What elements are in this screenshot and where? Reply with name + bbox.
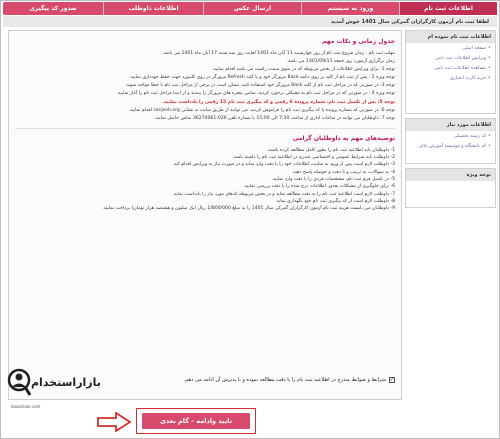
logo-domain: bazarkaar.com [11,404,41,409]
divider [15,127,395,129]
sidebar-box-registered: اطلاعات ثبت نام نموده ام • صفحه اصلی • ویر… [405,30,496,114]
watermark-logo: بازاراستخدام bazarkaar.com [5,360,101,412]
sidebar-item-view-info[interactable]: • مشاهده اطلاعات ثبت نامی [406,63,495,73]
recommendation-item: 8- داوطلب لازم است از کد پیگیری ثبت نام … [275,198,395,204]
sidebar-box-required-info: اطلاعات مورد نیاز • کد رشته تحصیلی • کد دا… [405,118,496,164]
recommendation-item: 6- برای جلوگیری از مشکلات بعدی، اطلاعات … [243,184,395,190]
recommendation-item: 7- داوطلب لازم است اطلاعیه ثبت نام را به… [172,191,395,197]
bullet-icon: • [488,133,491,139]
note-5: توجه 5: پس از تکمیل ثبت نام، شماره پروند… [162,99,395,105]
sidebar-item-home[interactable]: • صفحه اصلی [406,43,495,53]
person-icon [7,368,31,396]
sidebar-item-buy-card[interactable]: • خرید کارت اعتباری [406,73,495,83]
note-3: توجه 3: در صورتی که در مراحل ثبت نام از … [125,83,395,89]
recommendation-item: 3- داوطلب لازم است پس از ورود به سایت، ا… [172,162,395,168]
sidebar-item-major-code[interactable]: • کد رشته تحصیلی [406,131,495,141]
agree-checkbox[interactable]: ✓ [389,377,395,383]
tab-applicant-info[interactable]: اطلاعات داوطلب [103,2,203,15]
note-4: توجه ویژه 4 : در صورتی که در مراحل ثبت ن… [116,91,395,97]
confirm-next-button[interactable]: تایید وادامه - گام بعدی [142,413,250,429]
schedule-title: جدول زمانی و نکات مهم [322,38,395,45]
bullet-icon: • [488,75,491,81]
sidebar-box-special-note: توجه ویژه [405,168,496,208]
tab-tracking-code[interactable]: صدور کد پیگیری [3,2,103,15]
tab-login[interactable]: ورود به سیستم [301,2,399,15]
note-1: توجه 1: برای ویرایش اطلاعات از بخش مربوط… [211,67,395,73]
sidebar-box-title: توجه ویژه [406,169,495,181]
tab-send-photo[interactable]: ارسال عکس [203,2,301,15]
agree-label: شرایط و ضوابط مندرج در اطلاعیه ثبت نام ر… [183,377,386,383]
tab-registration-info[interactable]: اطلاعات ثبت نام [399,2,497,15]
arrow-right-icon [97,412,132,432]
recommendations-title: توصیه‌های مهم به داوطلبان گرامی [292,134,395,142]
main-content: جدول زمانی و نکات مهم مهلت ثبت نام : زما… [8,30,402,400]
bullet-icon: • [488,143,491,149]
sidebar-item-university-code[interactable]: • کد دانشگاه و موسسه آموزش عالی [406,141,495,151]
exam-date: زمان برگزاری آزمون: روز جمعه 1401/09/11 … [286,59,395,65]
sidebar-box-title: اطلاعات مورد نیاز [406,119,495,131]
registration-deadline: مهلت ثبت نام : زمان شروع ثبت نام از روز … [160,51,395,56]
note-6: توجه 6: در صورتی که شماره پرونده یا کد پ… [128,107,395,113]
logo-title: بازاراستخدام [31,376,101,389]
note-2: توجه ویژه 2 : پس از ثبت نام از کلید بر ر… [128,75,395,81]
welcome-bar: لطفا ثبت نام آزمون کارگزاران گمرکی سال 1… [3,16,497,27]
recommendation-item: 1- داوطلبان باید اطلاعیه ثبت نام را بطور… [266,147,395,153]
sidebar-box-title: اطلاعات ثبت نام نموده ام [406,31,495,43]
sidebar: اطلاعات ثبت نام نموده ام • صفحه اصلی • ویر… [405,30,496,212]
submit-highlight: تایید وادامه - گام بعدی [136,408,256,434]
recommendation-item: 2- داوطلب باید شرایط عمومی و اختصاصی مند… [232,155,395,161]
sidebar-item-edit-info[interactable]: • ویرایش اطلاعات ثبت نامی [406,53,495,63]
recommendation-item: 4- به سوالات، به ترتیب و با دقت و حوصله … [291,169,395,175]
bullet-icon: • [488,45,491,51]
welcome-text: لطفا ثبت نام آزمون کارگزاران گمرکی سال 1… [330,18,489,25]
bullet-icon: • [488,55,491,61]
recommendation-item: 5- در تکمیل فرم ثبت نام، مشخصات فردی را … [271,177,395,183]
top-navigation: اطلاعات ثبت نام ورود به سیستم ارسال عکس … [3,2,497,15]
note-7: توجه 7: داوطلبان می توانند در ساعات ادار… [154,115,395,121]
recommendation-item: 9- داوطلبان می بایست هزینه ثبت نام آزمون… [102,206,395,212]
bullet-icon: • [488,65,491,71]
